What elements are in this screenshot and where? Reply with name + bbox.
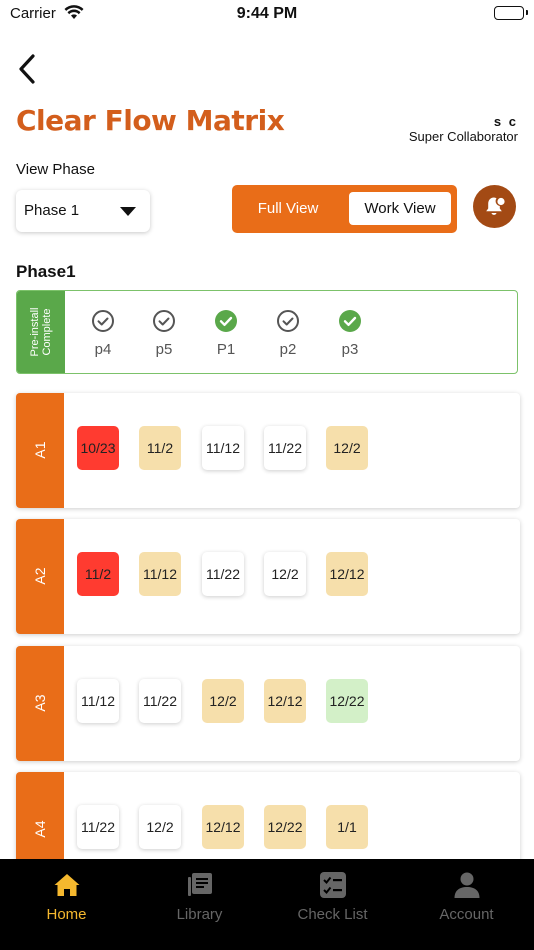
row-label-tab: A1 bbox=[16, 393, 64, 508]
row-label-tab: A3 bbox=[16, 646, 64, 761]
home-icon bbox=[54, 874, 80, 896]
nav-check-list-label: Check List bbox=[297, 906, 368, 923]
date-chip[interactable]: 11/12 bbox=[202, 426, 244, 470]
library-icon bbox=[188, 873, 212, 896]
date-chip[interactable]: 11/2 bbox=[139, 426, 181, 470]
date-chip[interactable]: 1/1 bbox=[326, 805, 368, 849]
pre-install-item: p3 bbox=[325, 309, 375, 358]
pre-install-item-label: p3 bbox=[341, 341, 359, 358]
check-circle-outline-icon bbox=[277, 310, 299, 332]
nav-library-label: Library bbox=[176, 906, 223, 923]
date-chip[interactable]: 11/2 bbox=[77, 552, 119, 596]
battery-icon bbox=[494, 6, 528, 20]
date-chip[interactable]: 12/12 bbox=[264, 679, 306, 723]
date-chip[interactable]: 11/22 bbox=[139, 679, 181, 723]
date-chip[interactable]: 11/12 bbox=[77, 679, 119, 723]
status-bar: Carrier 9:44 PM bbox=[0, 0, 534, 30]
work-view-button[interactable]: Work View bbox=[349, 192, 451, 225]
pre-install-item: p5 bbox=[139, 309, 189, 358]
phase-dropdown-value: Phase 1 bbox=[24, 202, 80, 219]
view-phase-label: View Phase bbox=[16, 161, 95, 178]
pre-install-item-label: P1 bbox=[216, 341, 236, 358]
check-circle-filled-icon bbox=[215, 310, 237, 332]
date-chip[interactable]: 12/2 bbox=[202, 679, 244, 723]
check-circle-outline-icon bbox=[92, 310, 114, 332]
row-label: A2 bbox=[32, 567, 48, 585]
view-toggle: Full View Work View bbox=[232, 185, 457, 233]
row-label: A1 bbox=[32, 441, 48, 459]
date-chip[interactable]: 12/22 bbox=[326, 679, 368, 723]
nav-home-label: Home bbox=[46, 906, 87, 923]
clock: 9:44 PM bbox=[236, 5, 298, 22]
phase-heading: Phase1 bbox=[16, 262, 76, 281]
pre-install-item-label: p2 bbox=[279, 341, 297, 358]
row-label: A3 bbox=[32, 694, 48, 712]
row-label: A4 bbox=[32, 820, 48, 838]
checklist-icon bbox=[320, 872, 346, 898]
full-view-button[interactable]: Full View bbox=[232, 185, 344, 233]
nav-account[interactable]: Account bbox=[400, 859, 533, 950]
date-chip[interactable]: 12/2 bbox=[264, 552, 306, 596]
nav-home[interactable]: Home bbox=[0, 859, 133, 950]
date-chip[interactable]: 12/12 bbox=[326, 552, 368, 596]
nav-account-label: Account bbox=[439, 906, 494, 923]
row-label-tab: A2 bbox=[16, 519, 64, 634]
user-role: Super Collaborator bbox=[408, 129, 518, 144]
pre-install-label: Pre-install Complete bbox=[29, 307, 53, 357]
chevron-left-icon bbox=[19, 54, 35, 84]
pre-install-tab: Pre-install Complete bbox=[17, 291, 65, 373]
pre-install-item-label: p5 bbox=[155, 341, 173, 358]
pre-install-item-label: p4 bbox=[94, 341, 112, 358]
date-chip[interactable]: 12/2 bbox=[326, 426, 368, 470]
nav-check-list[interactable]: Check List bbox=[266, 859, 399, 950]
date-chip[interactable]: 12/22 bbox=[264, 805, 306, 849]
date-chip[interactable]: 12/12 bbox=[202, 805, 244, 849]
pre-install-item: p4 bbox=[78, 309, 128, 358]
phase-row-card: A1 10/23 11/2 11/12 11/22 12/2 bbox=[16, 393, 520, 508]
page-title: Clear Flow Matrix bbox=[16, 104, 285, 137]
check-circle-outline-icon bbox=[153, 310, 175, 332]
user-initials: s c bbox=[493, 114, 518, 129]
pre-install-card: Pre-install Complete p4 p5 P1 p2 p3 bbox=[16, 290, 518, 374]
date-chip[interactable]: 12/2 bbox=[139, 805, 181, 849]
back-button[interactable] bbox=[14, 52, 44, 86]
caret-down-icon bbox=[120, 207, 136, 216]
phase-dropdown[interactable]: Phase 1 bbox=[16, 190, 150, 232]
bell-icon bbox=[486, 197, 505, 215]
date-chip[interactable]: 11/22 bbox=[77, 805, 119, 849]
date-chip[interactable]: 10/23 bbox=[77, 426, 119, 470]
pre-install-item: P1 bbox=[201, 309, 251, 358]
phase-row-card: A3 11/12 11/22 12/2 12/12 12/22 bbox=[16, 646, 520, 761]
nav-library[interactable]: Library bbox=[133, 859, 266, 950]
date-chip[interactable]: 11/12 bbox=[139, 552, 181, 596]
date-chip[interactable]: 11/22 bbox=[202, 552, 244, 596]
check-circle-filled-icon bbox=[339, 310, 361, 332]
notification-button[interactable] bbox=[473, 185, 516, 228]
bottom-nav: Home Library Check List Account bbox=[0, 859, 534, 950]
pre-install-item: p2 bbox=[263, 309, 313, 358]
date-chip[interactable]: 11/22 bbox=[264, 426, 306, 470]
account-icon bbox=[454, 872, 480, 898]
phase-row-card: A2 11/2 11/12 11/22 12/2 12/12 bbox=[16, 519, 520, 634]
